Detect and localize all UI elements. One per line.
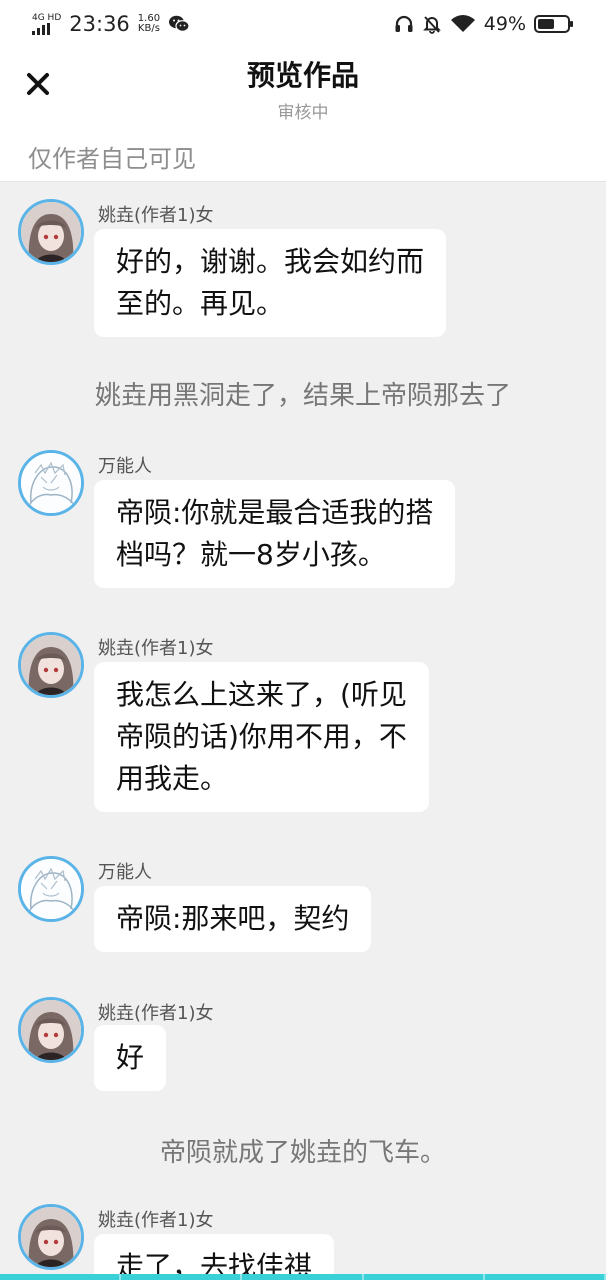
signal-bars-icon xyxy=(32,22,50,35)
bottom-toolbar-edge xyxy=(0,1274,606,1280)
battery-percent: 49% xyxy=(483,13,526,35)
sender-name: 姚垚(作者1)女 xyxy=(98,1210,214,1231)
visibility-notice: 仅作者自己可见 xyxy=(0,132,606,182)
network-type: 4G HD xyxy=(32,12,62,23)
wechat-icon xyxy=(169,15,190,32)
narration-text: 姚垚用黑洞走了，结果上帝陨那去了 xyxy=(94,381,511,411)
narration-text: 帝陨就成了姚垚的飞车。 xyxy=(159,1138,446,1168)
network-speed: 1.60 KB/s xyxy=(138,14,160,34)
avatar[interactable] xyxy=(18,997,84,1063)
status-right: 49% xyxy=(394,13,574,35)
headphones-icon xyxy=(395,15,413,32)
message-line: 好的，谢谢。我会如约而 xyxy=(116,245,425,278)
top-bar: 预览作品 审核中 xyxy=(0,48,606,132)
speed-unit: KB/s xyxy=(137,23,160,34)
girl-avatar-icon xyxy=(21,202,81,262)
avatar[interactable] xyxy=(18,632,84,698)
message-line: 用我走。 xyxy=(116,762,229,795)
sender-name: 万能人 xyxy=(98,456,152,477)
message-bubble[interactable]: 好的，谢谢。我会如约而 至的。再见。 xyxy=(94,229,447,337)
message-line: 帝陨的话)你用不用，不 xyxy=(116,720,407,753)
avatar[interactable] xyxy=(18,856,84,922)
message-bubble[interactable]: 帝陨:那来吧，契约 xyxy=(94,886,372,952)
sketch-avatar-icon xyxy=(21,453,81,513)
girl-avatar-icon xyxy=(21,1207,81,1267)
review-status: 审核中 xyxy=(277,103,329,123)
message-bubble[interactable]: 帝陨:你就是最合适我的搭 档吗？就一8岁小孩。 xyxy=(94,480,456,588)
message-line: 我怎么上这来了，(听见 xyxy=(116,678,407,711)
page-title: 预览作品 xyxy=(246,59,359,92)
status-bar: 4G HD 23:36 1.60 KB/s 49% xyxy=(0,0,606,48)
message-bubble[interactable]: 走了，去找佳祺 xyxy=(94,1234,335,1274)
chat-area[interactable]: 姚垚(作者1)女 好的，谢谢。我会如约而 至的。再见。 姚垚用黑洞走了，结果上帝… xyxy=(0,182,606,1274)
message-line: 好 xyxy=(116,1041,145,1074)
status-left: 4G HD 23:36 1.60 KB/s xyxy=(32,12,190,36)
message-bubble[interactable]: 好 xyxy=(94,1025,167,1091)
wifi-icon xyxy=(450,15,475,32)
sender-name: 姚垚(作者1)女 xyxy=(98,1003,214,1024)
girl-avatar-icon xyxy=(21,635,81,695)
message-bubble[interactable]: 我怎么上这来了，(听见 帝陨的话)你用不用，不 用我走。 xyxy=(94,662,429,812)
avatar[interactable] xyxy=(18,1204,84,1270)
message-line: 帝陨:那来吧，契约 xyxy=(116,902,350,935)
message-line: 走了，去找佳祺 xyxy=(116,1250,313,1274)
mute-bell-icon xyxy=(422,16,441,34)
sender-name: 姚垚(作者1)女 xyxy=(98,205,214,226)
avatar[interactable] xyxy=(18,199,84,265)
message-line: 帝陨:你就是最合适我的搭 xyxy=(116,496,434,529)
signal-indicator: 4G HD xyxy=(32,12,62,35)
sketch-avatar-icon xyxy=(21,859,81,919)
avatar[interactable] xyxy=(18,450,84,516)
battery-icon xyxy=(534,15,573,33)
clock: 23:36 xyxy=(69,12,130,36)
message-line: 至的。再见。 xyxy=(116,287,285,320)
sender-name: 万能人 xyxy=(98,862,152,883)
sender-name: 姚垚(作者1)女 xyxy=(98,638,214,659)
girl-avatar-icon xyxy=(21,1000,81,1060)
message-line: 档吗？就一8岁小孩。 xyxy=(116,538,386,571)
visibility-text: 仅作者自己可见 xyxy=(28,145,196,173)
